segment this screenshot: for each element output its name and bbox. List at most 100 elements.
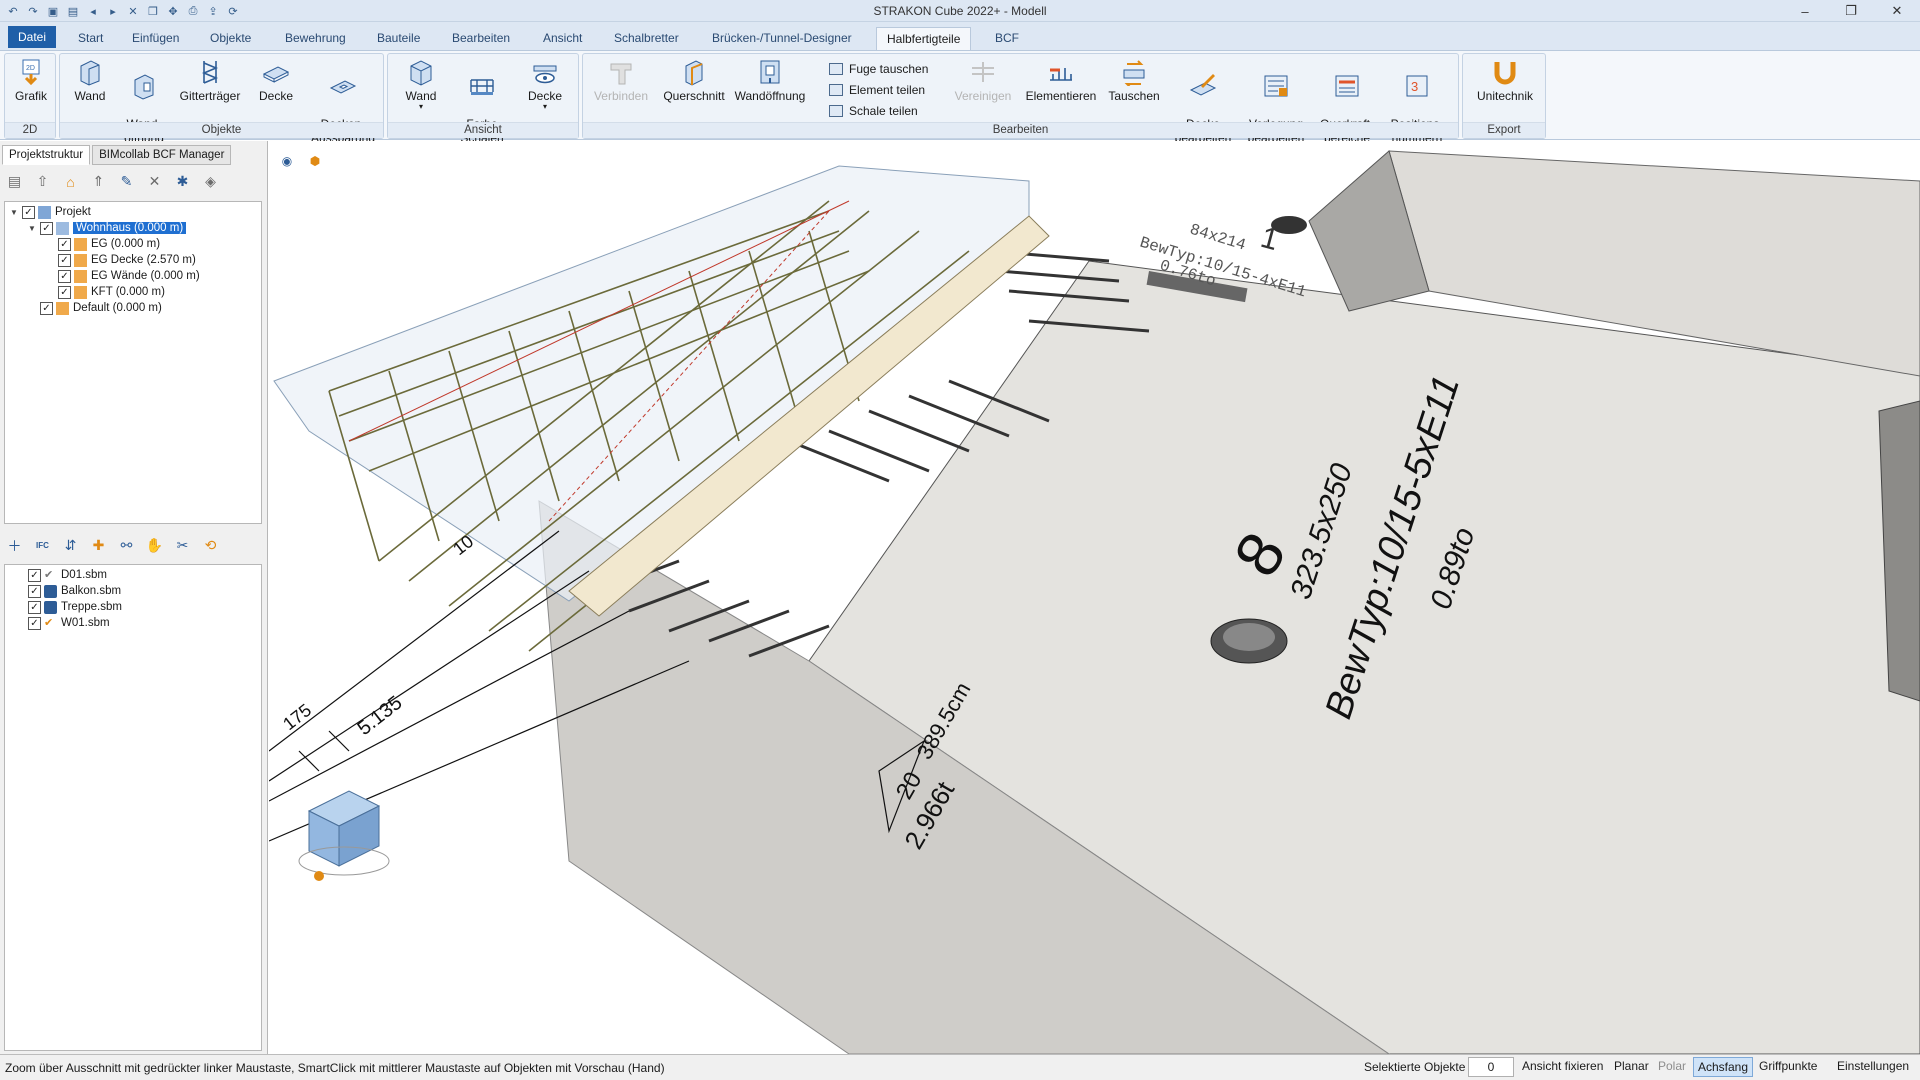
wandoeffnung-button[interactable]: Wandöffnung (731, 56, 809, 103)
delete-level-icon[interactable]: ✕ (144, 171, 165, 192)
tab-bruecken-tunnel-designer[interactable]: Brücken-/Tunnel-Designer (702, 27, 862, 50)
import-icon[interactable]: ⇵ (60, 535, 81, 556)
checkbox[interactable]: ✓ (58, 285, 71, 299)
checkbox[interactable]: ✓ (58, 237, 71, 251)
layers-icon[interactable]: ◈ (200, 171, 221, 192)
house-up-icon[interactable]: ⌂ (60, 171, 81, 192)
checkbox[interactable]: ✓ (28, 584, 41, 598)
checkbox[interactable]: ✓ (40, 301, 53, 315)
tab-bcf[interactable]: BCF (985, 27, 1029, 50)
file-item-w01[interactable]: ✓ ✔ W01.sbm (25, 615, 110, 631)
elementieren-icon (1050, 68, 1072, 81)
tab-objekte[interactable]: Objekte (200, 27, 261, 50)
reload-icon[interactable]: ⟲ (200, 535, 221, 556)
close-button[interactable]: ✕ (1874, 0, 1920, 22)
collapse-icon[interactable]: ▼ (9, 208, 19, 217)
elementieren-button[interactable]: Elementieren (1023, 56, 1099, 103)
schale-teilen-icon (829, 105, 843, 117)
tab-einfuegen[interactable]: Einfügen (122, 27, 189, 50)
unlink-icon[interactable]: ✂ (172, 535, 193, 556)
einstellungen-button[interactable]: Einstellungen (1833, 1057, 1913, 1077)
checkbox[interactable]: ✓ (58, 253, 71, 267)
ansicht-wand-button[interactable]: Wand ▾ (394, 56, 448, 111)
move-up-icon[interactable]: ⇧ (32, 171, 53, 192)
file-item-d01[interactable]: ✓ ✔ D01.sbm (25, 567, 107, 583)
minimize-button[interactable]: – (1782, 0, 1828, 22)
view-cube-button-icon[interactable]: ⬢ (303, 149, 327, 173)
tab-datei[interactable]: Datei (8, 26, 57, 48)
achsfang-button[interactable]: Achsfang (1693, 1057, 1754, 1077)
tauschen-button[interactable]: Tauschen (1103, 56, 1165, 103)
svg-text:3: 3 (1411, 79, 1418, 94)
grafik-button[interactable]: 2D Grafik (9, 56, 53, 103)
tab-halbfertigteile[interactable]: Halbfertigteile (876, 27, 972, 50)
collapse-icon[interactable]: ▼ (27, 224, 37, 233)
checkbox[interactable]: ✓ (28, 616, 41, 630)
selected-objects-count: 0 (1468, 1057, 1514, 1077)
hand-icon[interactable]: ✋ (144, 535, 165, 556)
tab-start[interactable]: Start (68, 27, 113, 50)
link-icon[interactable]: ⚯ (116, 535, 137, 556)
building-icon (56, 221, 69, 235)
gittertraeger-button[interactable]: Gitterträger (174, 56, 246, 103)
file-toolbar: ＋ IFC ⇵ ✚ ⚯ ✋ ✂ ⟲ (4, 535, 221, 556)
wand-view-icon (410, 60, 432, 86)
tab-bewehrung[interactable]: Bewehrung (275, 27, 356, 50)
ansicht-fixieren-button[interactable]: Ansicht fixieren (1518, 1057, 1607, 1077)
tab-bearbeiten[interactable]: Bearbeiten (442, 27, 520, 50)
tree-item-eg-waende[interactable]: ✓ EG Wände (0.000 m) (55, 268, 200, 284)
tree-item-eg-decke[interactable]: ✓ EG Decke (2.570 m) (55, 252, 196, 268)
file-item-treppe[interactable]: ✓ Treppe.sbm (25, 599, 122, 615)
fuge-tauschen-button[interactable]: Fuge tauschen (829, 62, 928, 76)
schale-teilen-button[interactable]: Schale teilen (829, 104, 918, 118)
tauschen-icon (1123, 60, 1145, 86)
level-stack-icon[interactable]: ▤ (4, 171, 25, 192)
add-file-icon[interactable]: ＋ (4, 535, 25, 556)
checkbox[interactable]: ✓ (22, 205, 35, 219)
settings-icon[interactable]: ✱ (172, 171, 193, 192)
restore-button[interactable]: ❐ (1828, 0, 1874, 22)
wand-button[interactable]: Wand (64, 56, 116, 103)
group-ansicht-label: Ansicht (388, 122, 578, 138)
tree-item-wohnhaus[interactable]: ▼ ✓ Wohnhaus (0.000 m) (27, 220, 187, 236)
view-eye-icon[interactable]: ◉ (275, 149, 299, 173)
griffpunkte-button[interactable]: Griffpunkte (1755, 1057, 1821, 1077)
edit-icon[interactable]: ✎ (116, 171, 137, 192)
ansicht-decke-button[interactable]: Decke ▾ (516, 56, 574, 111)
file-item-balkon[interactable]: ✓ Balkon.sbm (25, 583, 121, 599)
element-teilen-icon (829, 84, 843, 96)
vereinigen-button[interactable]: Vereinigen (949, 56, 1017, 103)
decke-button[interactable]: Decke (248, 56, 304, 103)
tree-item-kft[interactable]: ✓ KFT (0.000 m) (55, 284, 165, 300)
unitechnik-icon (1494, 62, 1516, 85)
tree-item-eg[interactable]: ✓ EG (0.000 m) (55, 236, 160, 252)
decke-bearbeiten-icon (1189, 74, 1217, 96)
3d-viewport[interactable]: 8 323.5x250 BewTyp:10/15-5xE11 0.89to 1 … (269, 141, 1920, 1054)
tree-item-default[interactable]: ✓ Default (0.000 m) (37, 300, 162, 316)
tab-bimcollab-bcf-manager[interactable]: BIMcollab BCF Manager (92, 145, 232, 165)
checkbox[interactable]: ✓ (40, 221, 53, 235)
checkbox[interactable]: ✓ (58, 269, 71, 283)
querkraftbereiche-icon (1335, 75, 1359, 97)
attach-icon[interactable]: ✚ (88, 535, 109, 556)
planar-button[interactable]: Planar (1610, 1057, 1653, 1077)
querschnitt-button[interactable]: Querschnitt (659, 56, 729, 103)
checkbox[interactable]: ✓ (28, 600, 41, 614)
tab-bauteile[interactable]: Bauteile (367, 27, 430, 50)
lock-icon (44, 600, 57, 614)
tab-projektstruktur[interactable]: Projektstruktur (2, 145, 91, 165)
unitechnik-button[interactable]: Unitechnik (1469, 56, 1541, 103)
positionsnummern-icon: 3 (1406, 75, 1428, 97)
checkbox[interactable]: ✓ (28, 568, 41, 582)
group-2d-label: 2D (5, 122, 55, 138)
tree-item-projekt[interactable]: ▼ ✓ Projekt (9, 204, 91, 220)
verbinden-button[interactable]: Verbinden (589, 56, 653, 103)
tab-schalbretter[interactable]: Schalbretter (604, 27, 689, 50)
ifc-icon[interactable]: IFC (32, 535, 53, 556)
level-up-icon[interactable]: ⇑ (88, 171, 109, 192)
tab-ansicht[interactable]: Ansicht (533, 27, 592, 50)
view-cube-icon[interactable] (298, 790, 390, 881)
element-teilen-button[interactable]: Element teilen (829, 83, 925, 97)
vereinigen-icon (972, 62, 994, 82)
polar-button[interactable]: Polar (1654, 1057, 1690, 1077)
